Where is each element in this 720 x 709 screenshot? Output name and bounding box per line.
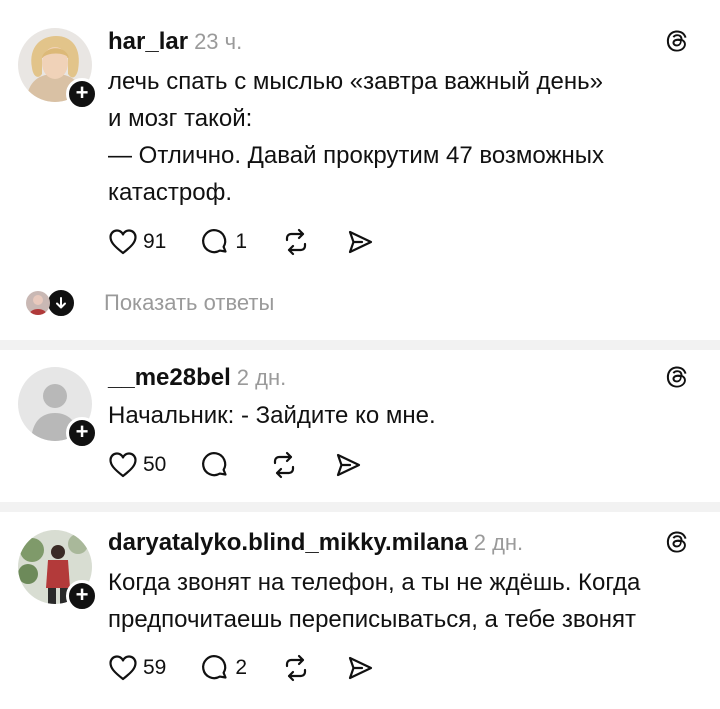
comment-button[interactable] [200, 450, 235, 480]
post-text: Начальник: - Зайдите ко мне. [108, 397, 698, 434]
repost-icon [274, 451, 295, 479]
comment-button[interactable]: 2 [200, 653, 247, 683]
comment-count: 2 [235, 656, 248, 679]
threads-logo-icon[interactable] [662, 362, 692, 392]
action-bar: 50 [108, 448, 397, 482]
username[interactable]: __me28bel [108, 364, 231, 391]
username[interactable]: har_lar [108, 28, 188, 55]
repost-icon [285, 228, 307, 256]
post-1: + har_lar 23 ч. лечь спать с мыслью «завт… [0, 0, 720, 340]
post-header: daryatalyko.blind_mikky.milana 2 дн. [108, 529, 523, 557]
post-header: __me28bel 2 дн. [108, 364, 286, 392]
post-text: лечь спать с мыслью «завтра важный день»… [108, 63, 698, 211]
post-line: предпочитаешь переписываться, а тебе зво… [108, 606, 636, 633]
share-icon [348, 230, 373, 254]
post-divider [0, 502, 720, 512]
follow-plus-icon[interactable]: + [66, 78, 98, 110]
chevron-down-icon [46, 288, 76, 318]
repost-icon [285, 654, 307, 682]
repost-button[interactable] [281, 653, 311, 683]
threads-logo-icon[interactable] [662, 527, 692, 557]
follow-plus-icon[interactable]: + [66, 580, 98, 612]
post-time: 2 дн. [473, 530, 524, 555]
heart-icon [109, 655, 137, 681]
post-2: + __me28bel 2 дн. Начальник: - Зайдите ко… [0, 350, 720, 502]
repost-button[interactable] [269, 450, 299, 480]
like-button[interactable]: 91 [108, 228, 166, 256]
comment-count: 1 [235, 230, 248, 253]
heart-icon [109, 229, 137, 255]
like-count: 91 [143, 230, 167, 253]
post-line: — Отлично. Давай прокрутим 47 возможных [108, 142, 605, 169]
post-time: 23 ч. [194, 29, 243, 54]
username[interactable]: daryatalyko.blind_mikky.milana [108, 529, 468, 556]
follow-plus-icon[interactable]: + [66, 417, 98, 449]
post-time: 2 дн. [236, 365, 287, 390]
avatar-har-lar[interactable]: + [18, 28, 98, 110]
comment-icon [202, 452, 227, 477]
comment-icon [202, 229, 227, 254]
threads-logo-icon[interactable] [662, 26, 692, 56]
heart-icon [109, 452, 137, 478]
post-line: и мозг такой: [108, 105, 253, 132]
share-button[interactable] [333, 450, 363, 480]
comment-button[interactable]: 1 [200, 227, 247, 257]
show-replies-button[interactable]: Показать ответы [26, 286, 274, 320]
avatar-me28bel[interactable]: + [18, 367, 98, 449]
like-count: 59 [143, 656, 167, 679]
share-icon [348, 656, 373, 680]
post-3: + daryatalyko.blind_mikky.milana 2 дн. Ко… [0, 512, 720, 709]
post-divider [0, 340, 720, 350]
avatar-daryatalyko[interactable]: + [18, 530, 98, 612]
post-line: лечь спать с мыслью «завтра важный день» [108, 68, 603, 95]
share-button[interactable] [345, 227, 375, 257]
post-text: Когда звонят на телефон, а ты не ждёшь. … [108, 564, 698, 638]
post-line: Когда звонят на телефон, а ты не ждёшь. … [108, 569, 641, 596]
post-line: катастроф. [108, 179, 233, 206]
like-count: 50 [143, 453, 167, 476]
post-line: Начальник: - Зайдите ко мне. [108, 402, 436, 429]
like-button[interactable]: 59 [108, 654, 166, 682]
action-bar: 59 2 [108, 651, 409, 685]
repost-button[interactable] [281, 227, 311, 257]
comment-icon [202, 655, 227, 680]
action-bar: 91 1 [108, 225, 409, 259]
show-replies-label: Показать ответы [104, 290, 275, 315]
reply-avatar [26, 291, 50, 315]
share-icon [337, 453, 361, 477]
like-button[interactable]: 50 [108, 451, 166, 479]
post-header: har_lar 23 ч. [108, 28, 242, 56]
share-button[interactable] [345, 653, 375, 683]
